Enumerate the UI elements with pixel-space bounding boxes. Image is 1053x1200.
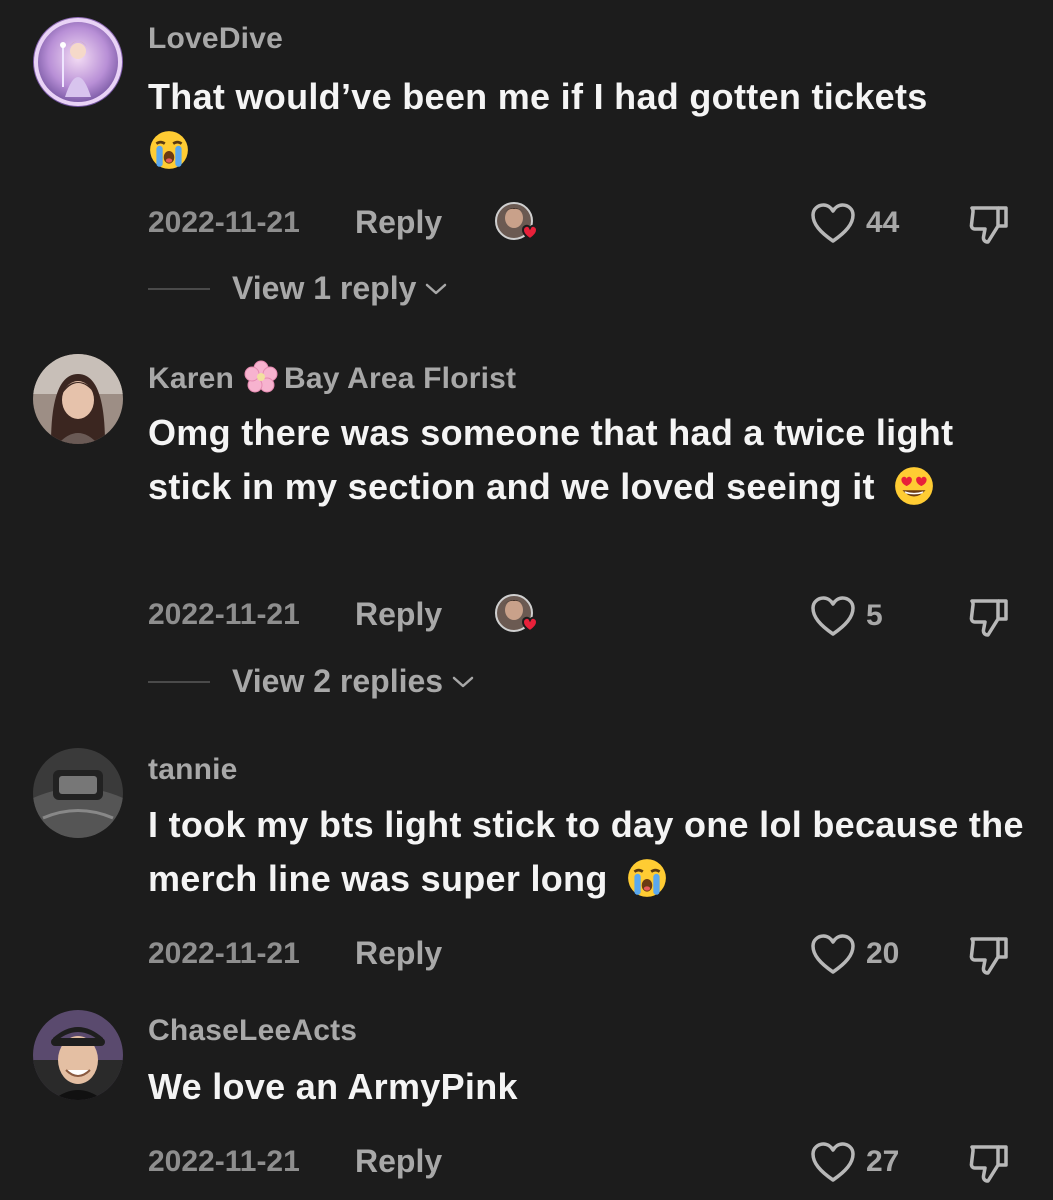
like-button[interactable]: 5 — [810, 593, 883, 639]
comment-text: We love an ArmyPink — [148, 1060, 1028, 1114]
view-replies-label: View 1 reply — [232, 270, 417, 306]
like-count: 44 — [866, 206, 900, 239]
like-count: 20 — [866, 937, 900, 970]
chevron-down-icon — [452, 676, 474, 687]
username[interactable]: tannie — [148, 753, 238, 787]
dislike-icon[interactable] — [966, 1139, 1012, 1185]
cherry-blossom-icon — [244, 360, 278, 393]
dislike-icon[interactable] — [966, 593, 1012, 639]
comment-text: That would’ve been me if I had gotten ti… — [148, 70, 1028, 178]
comment-text-content: We love an ArmyPink — [148, 1066, 518, 1107]
comment-text: I took my bts light stick to day one lol… — [148, 798, 1028, 906]
username[interactable]: Karen Bay Area Florist — [148, 360, 516, 396]
view-replies-button[interactable]: View 1 reply — [148, 270, 448, 307]
comment-date: 2022-11-21 — [148, 1145, 300, 1178]
like-button[interactable]: 27 — [810, 1139, 899, 1185]
username-suffix: Bay Area Florist — [284, 362, 517, 395]
loudly-crying-face-icon — [150, 131, 188, 169]
like-count: 5 — [866, 599, 883, 632]
heart-icon — [811, 203, 855, 243]
like-count: 27 — [866, 1145, 900, 1178]
view-replies-button[interactable]: View 2 replies — [148, 663, 475, 700]
username[interactable]: ChaseLeeActs — [148, 1014, 357, 1048]
comment-text-content: I took my bts light stick to day one lol… — [148, 804, 1024, 899]
avatar[interactable] — [33, 1010, 123, 1100]
chevron-down-icon — [426, 283, 447, 294]
like-button[interactable]: 20 — [810, 931, 899, 977]
comment-text: Omg there was someone that had a twice l… — [148, 406, 1028, 514]
comment-text-content: Omg there was someone that had a twice l… — [148, 412, 954, 507]
avatar[interactable] — [33, 748, 123, 838]
heart-eyes-face-icon — [895, 467, 934, 505]
divider-line — [148, 680, 210, 683]
comment-text-content: That would’ve been me if I had gotten ti… — [148, 76, 928, 117]
creator-liked-icon — [495, 202, 539, 241]
username-name: Karen — [148, 362, 235, 395]
reply-button[interactable]: Reply — [355, 935, 442, 972]
view-replies-label: View 2 replies — [232, 663, 444, 699]
dislike-icon[interactable] — [966, 200, 1012, 246]
reply-button[interactable]: Reply — [355, 204, 442, 241]
dislike-icon[interactable] — [966, 931, 1012, 977]
comment-date: 2022-11-21 — [148, 598, 300, 631]
heart-icon — [811, 934, 855, 974]
comment-date: 2022-11-21 — [148, 206, 300, 239]
loudly-crying-face-icon — [628, 859, 666, 897]
reply-button[interactable]: Reply — [355, 1143, 442, 1180]
heart-icon — [811, 596, 855, 636]
creator-liked-icon — [495, 594, 539, 633]
heart-icon — [811, 1142, 855, 1182]
like-button[interactable]: 44 — [810, 200, 899, 246]
avatar[interactable] — [33, 17, 123, 107]
comment-date: 2022-11-21 — [148, 937, 300, 970]
username[interactable]: LoveDive — [148, 22, 283, 56]
reply-button[interactable]: Reply — [355, 596, 442, 633]
avatar[interactable] — [33, 354, 123, 444]
divider-line — [148, 287, 210, 290]
